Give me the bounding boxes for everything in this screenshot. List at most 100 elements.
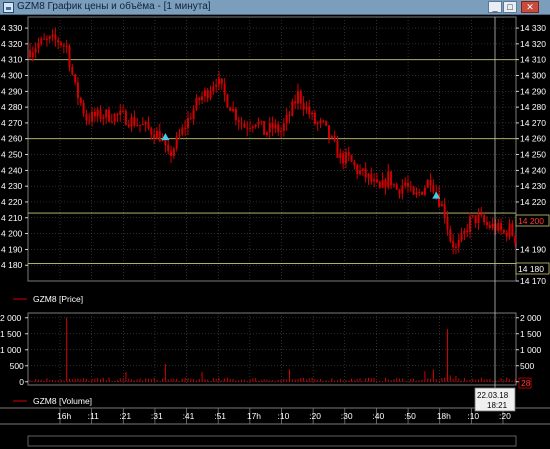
price-candle-body bbox=[316, 122, 319, 124]
price-candle-body bbox=[477, 213, 480, 224]
price-candle-body bbox=[449, 229, 452, 241]
price-candle-body bbox=[474, 215, 477, 224]
price-candle-body bbox=[76, 82, 79, 98]
volume-left-tick-label: 2 000 bbox=[0, 313, 22, 323]
volume-legend[interactable]: GZM8 [Volume] bbox=[33, 396, 92, 406]
price-candle-body bbox=[497, 223, 500, 231]
price-candle-body bbox=[291, 101, 294, 116]
price-candle-body bbox=[85, 113, 88, 121]
price-candle-body bbox=[93, 111, 96, 117]
price-legend[interactable]: GZM8 [Price] bbox=[33, 294, 83, 304]
volume-left-axis: 2 000 1 500 1 000 500 0 bbox=[0, 313, 28, 387]
volume-right-tick-label: 1 500 bbox=[520, 329, 542, 339]
price-candle-body bbox=[268, 123, 271, 133]
price-left-tick-label: 4 250 bbox=[1, 150, 23, 160]
price-candle-body bbox=[127, 124, 130, 127]
price-candle-body bbox=[302, 103, 305, 110]
price-candle-body bbox=[277, 124, 280, 132]
price-candle-body bbox=[409, 186, 412, 188]
price-candle-body bbox=[350, 155, 353, 162]
time-tick-label: :50 bbox=[404, 411, 416, 421]
price-candle-body bbox=[508, 223, 511, 237]
price-candle-body bbox=[124, 110, 127, 125]
price-level-lines bbox=[28, 59, 516, 265]
price-candle-body bbox=[107, 109, 110, 122]
price-candle-body bbox=[294, 101, 297, 104]
price-right-tick-label: 14 260 bbox=[520, 134, 546, 144]
price-candle-body bbox=[113, 114, 116, 122]
time-tick-label: :10 bbox=[467, 411, 479, 421]
price-candle-body bbox=[328, 125, 331, 139]
time-tick-label: 17h bbox=[247, 411, 261, 421]
price-left-tick-label: 4 320 bbox=[1, 39, 23, 49]
price-candle-body bbox=[206, 90, 209, 99]
time-axis: 16h:11:21:31:41:51 17h:10:20:30:40:50 18h:… bbox=[57, 408, 511, 424]
price-candle-body bbox=[263, 121, 266, 136]
time-scroll-strip[interactable] bbox=[27, 435, 517, 447]
price-candle-body bbox=[178, 134, 181, 137]
price-candle-body bbox=[192, 109, 195, 119]
price-candle-body bbox=[226, 94, 229, 108]
price-candle-body bbox=[511, 223, 514, 236]
price-candle-body bbox=[243, 123, 246, 128]
price-candle-body bbox=[308, 106, 311, 115]
price-candle-body bbox=[60, 42, 63, 46]
price-right-axis: 14 330 14 320 14 310 14 300 14 290 14 280 14 2… bbox=[516, 23, 546, 286]
price-grid bbox=[28, 17, 516, 281]
time-tick-label: 18h bbox=[437, 411, 451, 421]
price-candle-body bbox=[412, 186, 415, 195]
crosshair-time: 18:21 bbox=[487, 401, 508, 410]
price-candle-body bbox=[505, 232, 508, 237]
volume-right-tick-label: 500 bbox=[520, 361, 534, 371]
time-tick-label: 16h bbox=[57, 411, 71, 421]
price-candle-body bbox=[373, 179, 376, 182]
price-candle-body bbox=[65, 45, 68, 47]
price-candle-body bbox=[45, 38, 48, 40]
time-tick-label: :41 bbox=[183, 411, 195, 421]
close-button[interactable]: ✕ bbox=[521, 1, 539, 13]
price-candle-body bbox=[395, 184, 398, 190]
volume-left-tick-label: 1 500 bbox=[0, 329, 22, 339]
price-candle-body bbox=[500, 223, 503, 231]
price-candle-body bbox=[119, 110, 122, 115]
price-candle-body bbox=[361, 168, 364, 171]
price-candle-body bbox=[384, 179, 387, 188]
price-right-tick-label: 14 310 bbox=[520, 55, 546, 65]
price-candle-body bbox=[212, 86, 215, 92]
price-right-tick-label: 14 330 bbox=[520, 23, 546, 33]
price-candle-body bbox=[282, 123, 285, 131]
trade-markers bbox=[161, 133, 441, 199]
price-candle-body bbox=[91, 111, 94, 122]
price-candle-body bbox=[364, 168, 367, 178]
chart-app-icon bbox=[3, 2, 14, 13]
price-candle-body bbox=[342, 153, 345, 164]
price-candle-body bbox=[254, 124, 257, 127]
volume-right-axis: 2 0001 5001 0005000 bbox=[516, 313, 542, 387]
price-candle-body bbox=[440, 204, 443, 207]
price-right-tick-label: 14 300 bbox=[520, 70, 546, 80]
volume-left-tick-label: 1 000 bbox=[0, 345, 22, 355]
window-titlebar[interactable]: GZM8 График цены и объёма - [1 минута] _… bbox=[0, 0, 550, 15]
time-tick-label: :31 bbox=[151, 411, 163, 421]
price-candle-body bbox=[502, 230, 505, 233]
chart-area[interactable]: 4 330 4 320 4 310 4 300 4 290 4 280 4 270 4 260… bbox=[0, 15, 550, 449]
price-candle-body bbox=[423, 187, 426, 195]
price-candle-body bbox=[480, 213, 483, 216]
price-candle-body bbox=[150, 128, 153, 135]
minimize-button[interactable]: _ bbox=[488, 1, 502, 13]
volume-left-tick-label: 0 bbox=[19, 377, 24, 387]
maximize-button[interactable]: □ bbox=[503, 1, 517, 13]
price-candle-body bbox=[452, 240, 455, 248]
price-candle-body bbox=[432, 185, 435, 192]
price-left-tick-label: 4 180 bbox=[1, 260, 23, 270]
price-candle-body bbox=[189, 117, 192, 119]
price-candle-body bbox=[488, 225, 491, 228]
price-candle-body bbox=[220, 78, 223, 84]
price-candle-body bbox=[68, 46, 71, 68]
price-candle-body bbox=[88, 120, 91, 122]
price-candle-body bbox=[339, 153, 342, 158]
time-tick-label: :40 bbox=[372, 411, 384, 421]
price-candle-body bbox=[463, 230, 466, 234]
price-candle-body bbox=[54, 34, 57, 40]
price-left-tick-label: 4 210 bbox=[1, 213, 23, 223]
